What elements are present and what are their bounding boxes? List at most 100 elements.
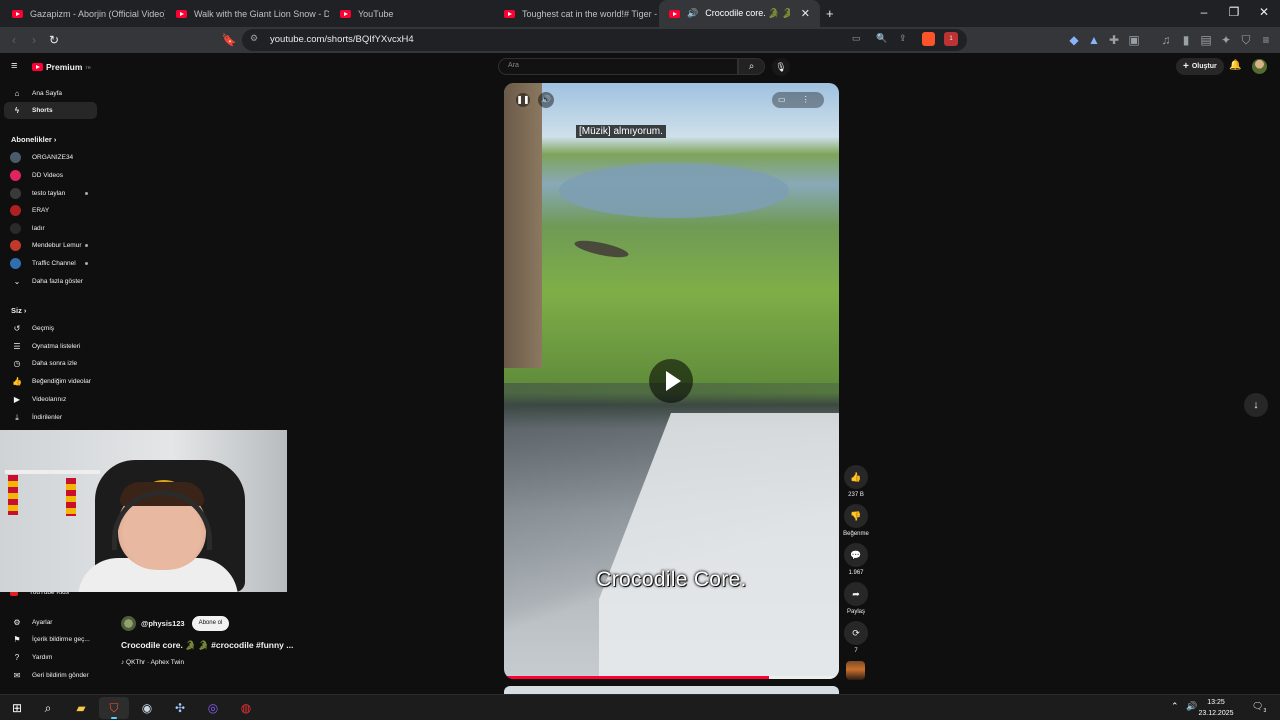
restore-icon[interactable]: ❐ <box>1226 5 1242 19</box>
sidebar-subscription[interactable]: Mendebur Lemur <box>4 237 97 254</box>
tab-crocodile-core[interactable]: 🔊 Crocodile core. 🐊 🐊 #crocod ✕ <box>659 0 820 27</box>
new-tab-button[interactable]: + <box>826 6 834 21</box>
sidebar-subscription[interactable]: ERAY <box>4 202 97 219</box>
progress-bar[interactable] <box>504 676 839 679</box>
sidebar-subscription[interactable]: testo taylan <box>4 185 97 202</box>
more-options-icon[interactable]: ⋮ <box>802 95 810 104</box>
tab-gazapizm[interactable]: Gazapizm - Aborjin (Official Video) - <box>2 0 165 27</box>
sound-thumbnail[interactable] <box>846 661 865 680</box>
short-title[interactable]: Crocodile core. 🐊 🐊 #crocodile #funny ..… <box>121 640 293 651</box>
captions-icon[interactable]: ▭ <box>778 95 786 104</box>
forward-icon[interactable]: › <box>26 32 42 48</box>
tab-youtube[interactable]: YouTube <box>330 0 493 27</box>
youtube-logo[interactable]: Premium TR <box>32 62 91 72</box>
discord-icon[interactable]: ◎ <box>198 697 228 719</box>
sidebar-item-downloads[interactable]: ⤓ İndirilenler <box>4 409 97 426</box>
hamburger-menu-icon[interactable]: ≡ <box>11 60 17 72</box>
webcam-scarf <box>8 475 18 515</box>
screenshot-icon[interactable]: ▣ <box>1126 32 1142 48</box>
tab-toughest-cat[interactable]: Toughest cat in the world!# Tiger - Yo <box>494 0 657 27</box>
sidebar-item-label: Ayarlar <box>32 619 53 626</box>
tray-overflow-icon[interactable]: ⌃ <box>1171 701 1179 712</box>
vpn-shield-icon[interactable]: ⛉ <box>1238 32 1254 48</box>
thumbs-down-icon: 👎 <box>844 504 868 528</box>
channel-name[interactable]: @physis123 <box>141 619 185 628</box>
site-info-icon[interactable]: ⚙ <box>250 33 258 44</box>
sidebar-item-liked-videos[interactable]: 👍 Beğendiğim videolar <box>4 373 97 390</box>
sidebar-item-history[interactable]: ↺ Geçmiş <box>4 320 97 337</box>
sidebar-item-settings[interactable]: ⚙ Ayarlar <box>4 614 97 631</box>
extensions-puzzle-icon[interactable]: ✚ <box>1106 32 1122 48</box>
new-content-dot <box>85 244 88 247</box>
play-button[interactable] <box>649 359 693 403</box>
sidebar-item-your-videos[interactable]: ▶ Videolarınız <box>4 391 97 408</box>
comments-button[interactable]: 💬 1.967 <box>843 543 869 576</box>
wallet-icon[interactable]: ▤ <box>1198 32 1214 48</box>
chevron-down-icon: ⌄ <box>13 277 21 286</box>
sidebar-item-playlists[interactable]: ☰ Oynatma listeleri <box>4 338 97 355</box>
minimize-icon[interactable]: – <box>1196 5 1212 19</box>
sidebar-subscription[interactable]: DD Videos <box>4 167 97 184</box>
sidebar-subscription[interactable]: Traffic Channel <box>4 255 97 272</box>
close-tab-icon[interactable]: ✕ <box>801 7 810 20</box>
music-credit[interactable]: ♪ QKThr · Aphex Twin <box>121 659 184 666</box>
search-icon[interactable]: ⌕ <box>33 697 63 719</box>
extension-icon[interactable]: ◆ <box>1066 32 1082 48</box>
tab-lion-snow[interactable]: Walk with the Giant Lion Snow - Dea <box>166 0 329 27</box>
subscribe-button[interactable]: Abone ol <box>191 615 230 631</box>
next-short-preview[interactable] <box>504 686 839 694</box>
share-icon[interactable]: ⇪ <box>899 33 907 44</box>
voice-search-button[interactable]: 🎙 <box>772 58 790 76</box>
sidebar-subscription[interactable]: ORGANIZE34 <box>4 149 97 166</box>
window-close-icon[interactable]: ✕ <box>1256 5 1272 19</box>
address-bar[interactable]: ⚙ youtube.com/shorts/BQIfYXvcxH4 ▭ 🔍 ⇪ 1 <box>242 29 967 51</box>
media-control-icon[interactable]: ♫ <box>1158 32 1174 48</box>
you-heading[interactable]: Siz › <box>11 306 26 315</box>
leo-ai-icon[interactable]: ✦ <box>1218 32 1234 48</box>
notifications-icon[interactable]: 🗨3 <box>1252 701 1266 714</box>
windows-start-icon[interactable]: ⊞ <box>2 697 32 719</box>
sidebar-subscription[interactable]: ladır <box>4 220 97 237</box>
search-button[interactable]: ⌕ <box>738 58 765 75</box>
show-more-button[interactable]: ⌄ Daha fazla göster <box>4 273 97 290</box>
zoom-icon[interactable]: 🔍 <box>876 33 887 44</box>
create-button[interactable]: + Oluştur <box>1176 58 1224 75</box>
sidebar-item-help[interactable]: ? Yardım <box>4 649 97 666</box>
obs-icon[interactable]: ◍ <box>231 697 261 719</box>
sidebar-item-report-history[interactable]: ⚑ İçerik bildirme geç... <box>4 631 97 648</box>
player-controls-right[interactable]: ▭ ⋮ <box>772 92 824 108</box>
next-short-button[interactable]: ↓ <box>1244 393 1268 417</box>
channel-avatar[interactable] <box>121 615 136 631</box>
notifications-bell-icon[interactable]: 🔔 <box>1229 60 1241 71</box>
sidebar-item-label: Geri bildirim gönder <box>32 672 89 679</box>
volume-button[interactable]: 🔊 <box>538 92 554 108</box>
channel-avatar <box>10 188 21 199</box>
sidebar-item-watch-later[interactable]: ◷ Daha sonra izle <box>4 355 97 372</box>
dislike-button[interactable]: 👎 Beğenme <box>843 504 869 537</box>
brave-shield-icon[interactable] <box>922 32 935 46</box>
brave-browser-icon[interactable]: ⛉ <box>99 697 129 719</box>
app-icon[interactable]: ✣ <box>165 697 195 719</box>
remix-button[interactable]: ⟳ 7 <box>843 621 869 654</box>
sidebar-item-shorts[interactable]: ϟ Shorts <box>4 102 97 119</box>
rewards-icon[interactable]: 1 <box>944 32 958 46</box>
pause-button[interactable]: ❚❚ <box>516 93 530 107</box>
reload-icon[interactable]: ↻ <box>46 32 62 48</box>
account-avatar[interactable] <box>1252 59 1267 74</box>
shorts-video-player[interactable]: ❚❚ 🔊 ▭ ⋮ [Müzik] almıyorum. Crocodile Co… <box>504 83 839 679</box>
cast-icon[interactable]: ▭ <box>852 33 861 44</box>
sidebar-item-home[interactable]: ⌂ Ana Sayfa <box>4 85 97 102</box>
taskbar-clock[interactable]: 13:25 23.12.2025 <box>1196 697 1236 719</box>
file-explorer-icon[interactable]: ▰ <box>66 697 96 719</box>
back-icon[interactable]: ‹ <box>6 32 22 48</box>
sidebar-item-feedback[interactable]: ✉ Geri bildirim gönder <box>4 667 97 684</box>
bookmark-icon[interactable]: 🔖 <box>221 32 237 48</box>
share-button[interactable]: ➦ Paylaş <box>843 582 869 615</box>
vpn-icon[interactable]: ▲ <box>1086 32 1102 48</box>
like-button[interactable]: 👍 237 B <box>843 465 869 498</box>
search-input[interactable]: Ara <box>498 58 738 75</box>
sidebar-toggle-icon[interactable]: ▮ <box>1178 32 1194 48</box>
subscriptions-heading[interactable]: Abonelikler › <box>11 135 56 144</box>
menu-icon[interactable]: ≡ <box>1258 32 1274 48</box>
steam-icon[interactable]: ◉ <box>132 697 162 719</box>
